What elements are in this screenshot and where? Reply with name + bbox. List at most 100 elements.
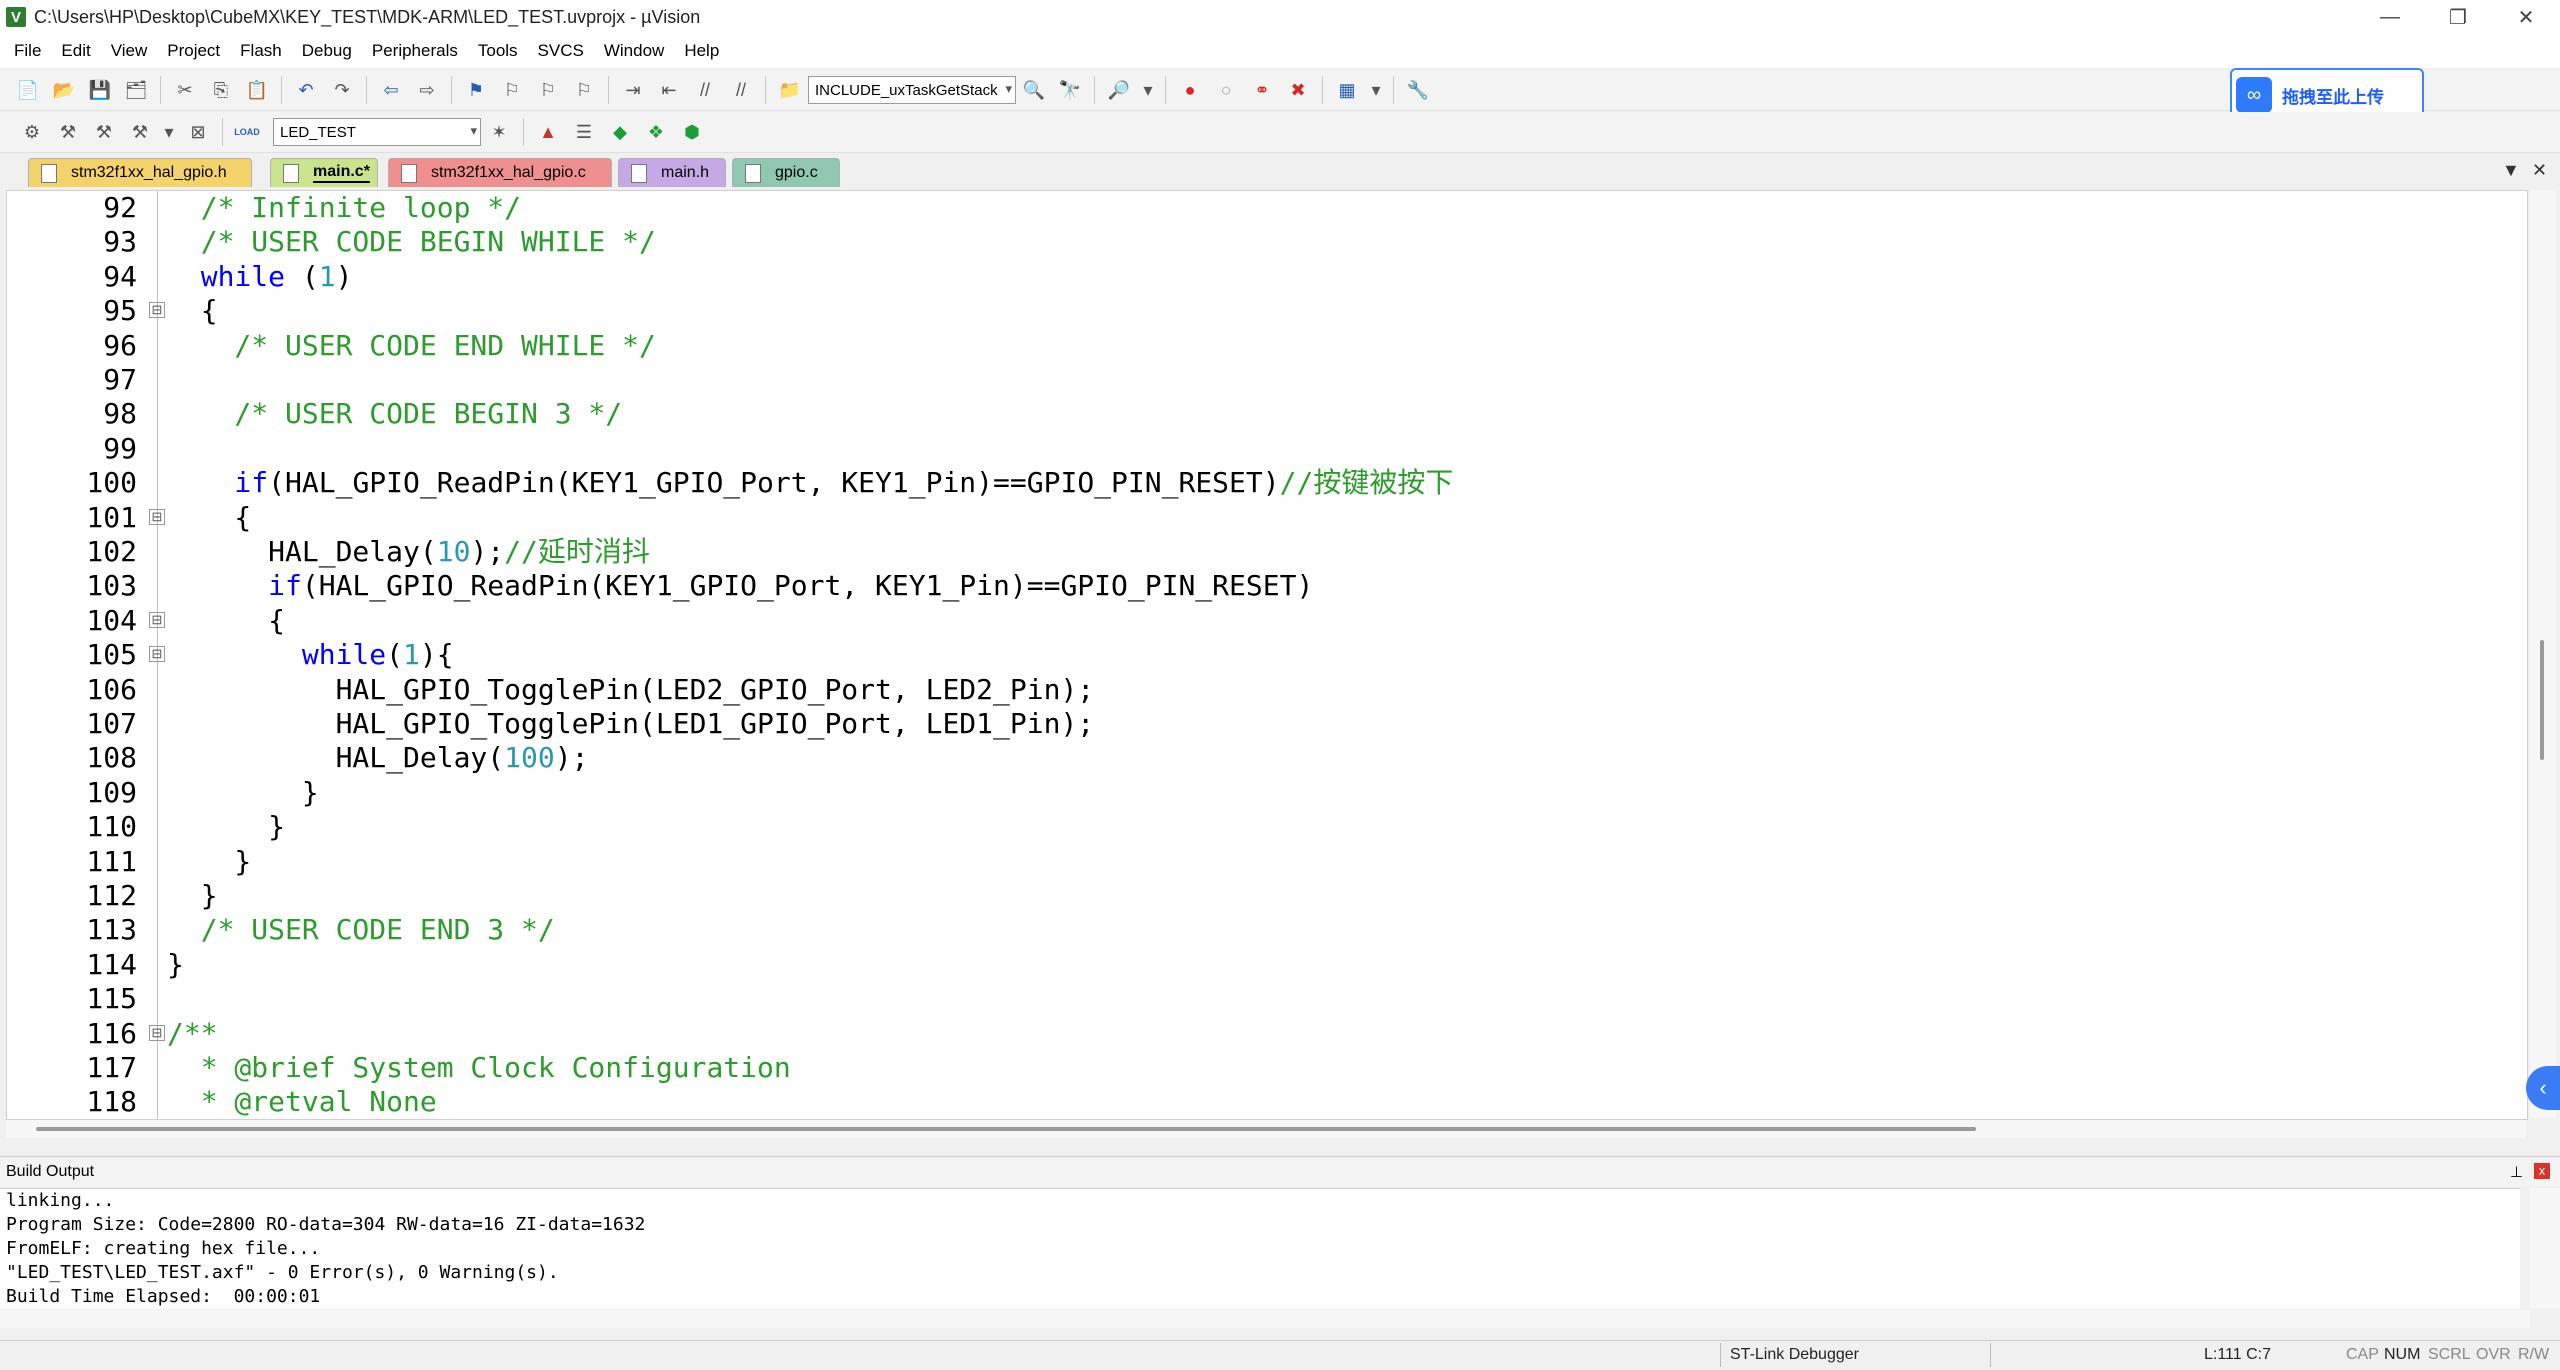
code-line[interactable]: 110 } xyxy=(7,810,2527,844)
load-download-button[interactable]: LOAD xyxy=(233,118,261,146)
menu-peripherals[interactable]: Peripherals xyxy=(372,41,458,61)
translate-icon[interactable]: ⚙ xyxy=(18,118,46,146)
code-line[interactable]: 113 /* USER CODE END 3 */ xyxy=(7,913,2527,947)
code-line[interactable]: 112 } xyxy=(7,879,2527,913)
minimize-button[interactable]: — xyxy=(2356,0,2424,34)
prev-bookmark-icon[interactable]: ⚐ xyxy=(498,76,526,104)
code-line[interactable]: 106 HAL_GPIO_TogglePin(LED2_GPIO_Port, L… xyxy=(7,673,2527,707)
code-line[interactable]: 109 } xyxy=(7,776,2527,810)
code-line[interactable]: 118 * @retval None xyxy=(7,1085,2527,1119)
bookmark-icon[interactable]: ⚑ xyxy=(462,76,490,104)
editor-vertical-scrollbar[interactable] xyxy=(2530,190,2556,1118)
code-line[interactable]: 99 xyxy=(7,432,2527,466)
incremental-find-icon[interactable]: 🔭 xyxy=(1056,76,1084,104)
menu-flash[interactable]: Flash xyxy=(240,41,282,61)
tab-gpio-c[interactable]: gpio.c xyxy=(732,158,840,187)
manage-project-items-icon[interactable]: ☰ xyxy=(570,118,598,146)
uncomment-icon[interactable]: // xyxy=(727,76,755,104)
clear-bookmarks-icon[interactable]: ⚐ xyxy=(570,76,598,104)
fold-toggle-icon[interactable]: ⊟ xyxy=(149,611,165,628)
disable-breakpoint-icon[interactable]: ○ xyxy=(1212,76,1240,104)
code-line[interactable]: 100 if(HAL_GPIO_ReadPin(KEY1_GPIO_Port, … xyxy=(7,466,2527,500)
code-line[interactable]: 115 xyxy=(7,982,2527,1016)
code-line[interactable]: 94 while (1) xyxy=(7,260,2527,294)
stop-build-icon[interactable]: ⊠ xyxy=(184,118,212,146)
code-line[interactable]: 105 ⊟ while(1){ xyxy=(7,638,2527,672)
unindent-icon[interactable]: ⇤ xyxy=(655,76,683,104)
find-in-files-icon[interactable]: 📁 xyxy=(776,76,804,104)
debug-session-icon[interactable]: 🔎 xyxy=(1105,76,1133,104)
menu-file[interactable]: File xyxy=(14,41,41,61)
open-folder-icon[interactable]: 📂 xyxy=(50,76,78,104)
paste-icon[interactable]: 📋 xyxy=(243,76,271,104)
code-line[interactable]: 108 HAL_Delay(100); xyxy=(7,741,2527,775)
menu-window[interactable]: Window xyxy=(604,41,664,61)
save-all-icon[interactable]: 🗂 xyxy=(122,76,150,104)
rebuild-icon[interactable]: ⚒ xyxy=(90,118,118,146)
tab-main-h[interactable]: main.h xyxy=(618,158,726,187)
menu-tools[interactable]: Tools xyxy=(478,41,518,61)
build-output-panel[interactable]: linking... Program Size: Code=2800 RO-da… xyxy=(0,1188,2520,1309)
code-line[interactable]: 96 /* USER CODE END WHILE */ xyxy=(7,329,2527,363)
menu-svcs[interactable]: SVCS xyxy=(538,41,584,61)
pin-icon[interactable]: ⊥ xyxy=(2510,1163,2523,1181)
code-line[interactable]: 103 if(HAL_GPIO_ReadPin(KEY1_GPIO_Port, … xyxy=(7,569,2527,603)
tab-list-dropdown-icon[interactable]: ▼ xyxy=(2502,160,2520,181)
pack-installer-icon[interactable]: ⬢ xyxy=(678,118,706,146)
batch-build-icon[interactable]: ⚒ xyxy=(126,118,154,146)
fold-toggle-icon[interactable]: ⊟ xyxy=(149,1024,165,1041)
comment-icon[interactable]: // xyxy=(691,76,719,104)
find-combo[interactable]: INCLUDE_uxTaskGetStack ▾ xyxy=(808,76,1016,104)
select-packs-icon[interactable]: ◆ xyxy=(606,118,634,146)
code-line[interactable]: 117 * @brief System Clock Configuration xyxy=(7,1051,2527,1085)
chevron-down-icon[interactable]: ▾ xyxy=(1141,76,1155,104)
copy-icon[interactable]: ⎘ xyxy=(207,76,235,104)
build-output-vertical-scrollbar[interactable] xyxy=(2530,1188,2560,1308)
target-combo[interactable]: LED_TEST ▾ xyxy=(273,118,481,146)
menu-project[interactable]: Project xyxy=(167,41,220,61)
cut-icon[interactable]: ✂ xyxy=(171,76,199,104)
scrollbar-thumb[interactable] xyxy=(2540,640,2544,760)
code-line[interactable]: 114} xyxy=(7,948,2527,982)
tab-main-c[interactable]: main.c* xyxy=(270,158,378,187)
code-editor[interactable]: 92 /* Infinite loop */93 /* USER CODE BE… xyxy=(6,190,2528,1120)
code-line[interactable]: 92 /* Infinite loop */ xyxy=(7,191,2527,225)
breakpoint-icon[interactable]: ● xyxy=(1176,76,1204,104)
scrollbar-thumb[interactable] xyxy=(36,1127,1976,1131)
new-file-icon[interactable]: 📄 xyxy=(14,76,42,104)
code-line[interactable]: 98 /* USER CODE BEGIN 3 */ xyxy=(7,397,2527,431)
chevron-down-icon[interactable]: ▾ xyxy=(162,118,176,146)
navigate-back-icon[interactable]: ⇦ xyxy=(377,76,405,104)
indent-icon[interactable]: ⇥ xyxy=(619,76,647,104)
disable-all-breakpoints-icon[interactable]: ⚭ xyxy=(1248,76,1276,104)
kill-all-breakpoints-icon[interactable]: ✖ xyxy=(1284,76,1312,104)
configure-icon[interactable]: 🔧 xyxy=(1404,76,1432,104)
fold-toggle-icon[interactable]: ⊟ xyxy=(149,508,165,525)
chevron-down-icon[interactable]: ▾ xyxy=(1369,76,1383,104)
navigate-forward-icon[interactable]: ⇨ xyxy=(413,76,441,104)
next-bookmark-icon[interactable]: ⚐ xyxy=(534,76,562,104)
menu-edit[interactable]: Edit xyxy=(61,41,90,61)
file-extensions-icon[interactable]: ▲ xyxy=(534,118,562,146)
close-panel-icon[interactable]: x xyxy=(2534,1163,2550,1179)
code-line[interactable]: 97 xyxy=(7,363,2527,397)
tab-stm32f1xx-hal-gpio-h[interactable]: stm32f1xx_hal_gpio.h xyxy=(28,158,252,187)
window-layout-icon[interactable]: ▦ xyxy=(1333,76,1361,104)
fold-toggle-icon[interactable]: ⊟ xyxy=(149,646,165,663)
code-line[interactable]: 95 ⊟ { xyxy=(7,294,2527,328)
fold-toggle-icon[interactable]: ⊟ xyxy=(149,302,165,319)
code-line[interactable]: 111 } xyxy=(7,845,2527,879)
menu-help[interactable]: Help xyxy=(684,41,719,61)
close-tab-icon[interactable]: ✕ xyxy=(2532,160,2547,181)
code-line[interactable]: 93 /* USER CODE BEGIN WHILE */ xyxy=(7,225,2527,259)
editor-horizontal-scrollbar[interactable] xyxy=(6,1120,2526,1138)
redo-icon[interactable]: ↷ xyxy=(328,76,356,104)
target-options-icon[interactable]: ✶ xyxy=(485,118,513,146)
restore-button[interactable]: ❐ xyxy=(2424,0,2492,34)
menu-debug[interactable]: Debug xyxy=(302,41,352,61)
code-line[interactable]: 104 ⊟ { xyxy=(7,604,2527,638)
code-line[interactable]: 101 ⊟ { xyxy=(7,501,2527,535)
code-line[interactable]: 116 ⊟/** xyxy=(7,1017,2527,1051)
build-icon[interactable]: ⚒ xyxy=(54,118,82,146)
close-button[interactable]: ✕ xyxy=(2492,0,2560,34)
